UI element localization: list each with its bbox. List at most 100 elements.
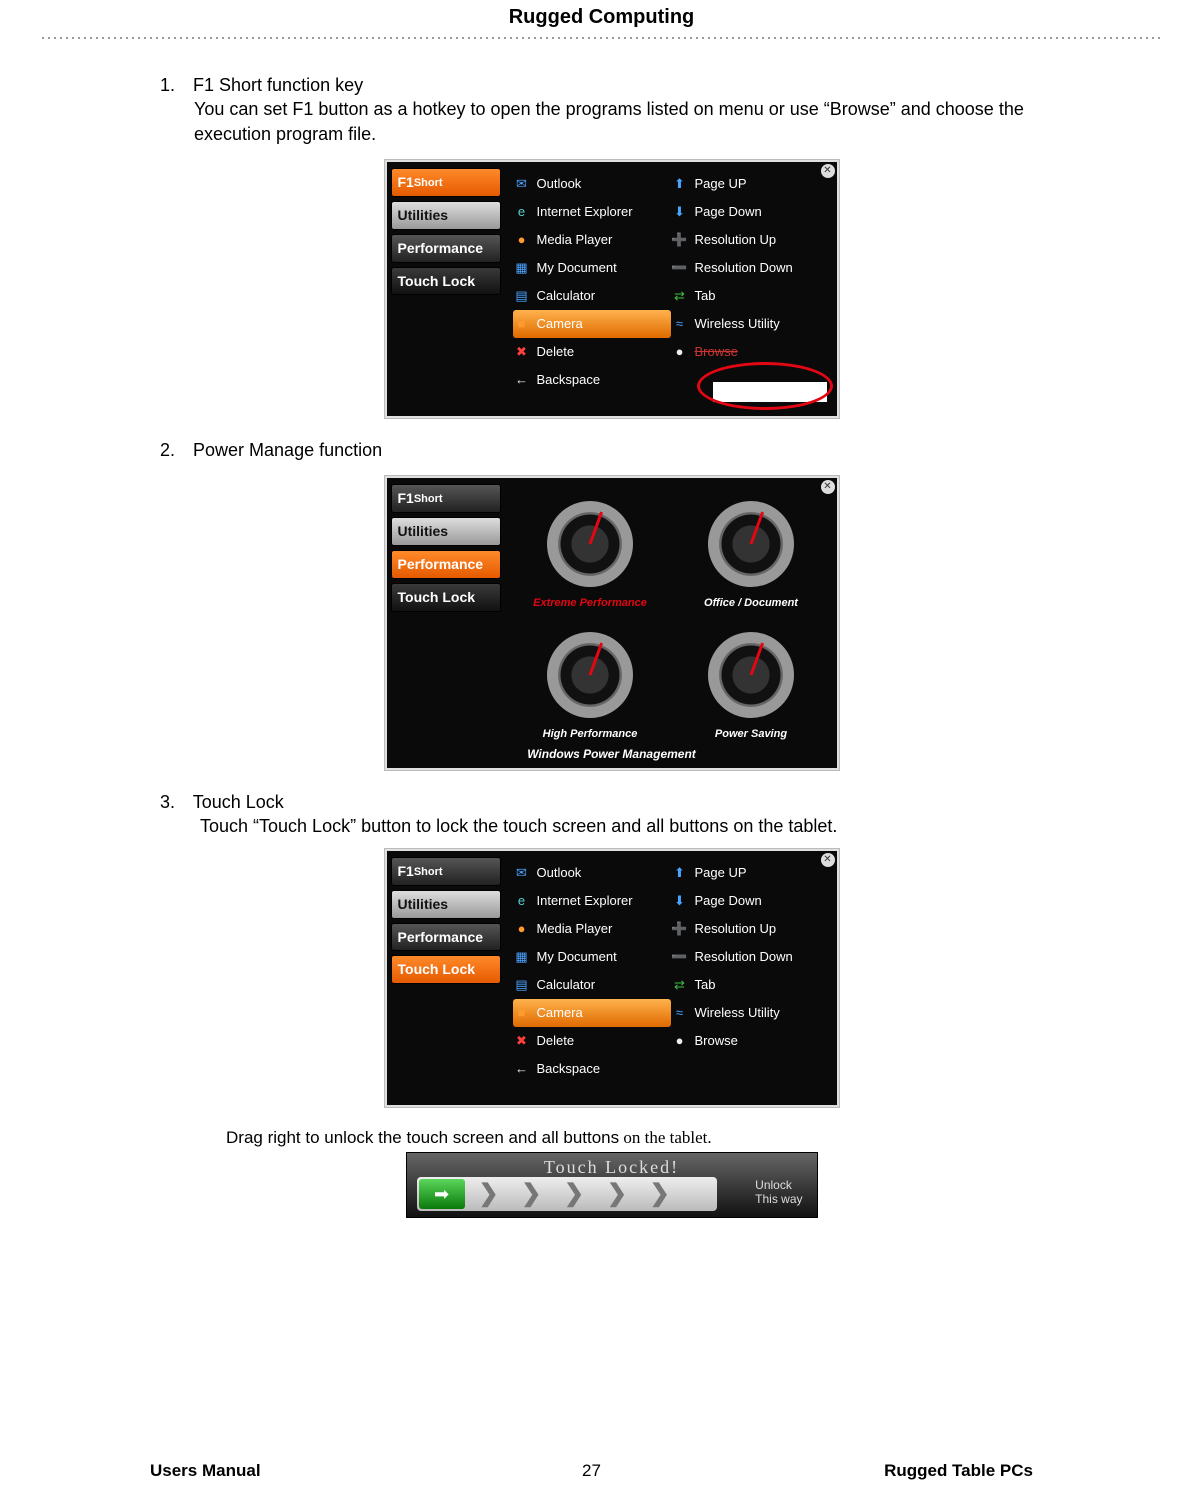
wireless-icon: ≈ (671, 315, 689, 333)
shortcut-pagedown[interactable]: ⬇Page Down (671, 198, 829, 226)
gauge-saving[interactable]: Power Saving (674, 617, 829, 742)
arrow-right-icon: ➡ (434, 1182, 449, 1206)
tab-touchlock[interactable]: Touch Lock (391, 955, 501, 984)
backspace-icon: ← (513, 371, 531, 389)
tab-icon: ⇄ (671, 287, 689, 305)
gauge-high[interactable]: High Performance (513, 617, 668, 742)
mydocument-icon: ▦ (513, 948, 531, 966)
drag-note-b: on the tablet. (619, 1128, 712, 1147)
shortcut-resup[interactable]: ➕Resolution Up (671, 226, 829, 254)
pageup-icon: ⬆ (671, 175, 689, 193)
tab-f1short[interactable]: F1Short (391, 168, 501, 197)
chevron-right-icon: ❯ ❯ ❯ ❯ ❯ (479, 1178, 678, 1210)
shortcut-outlook[interactable]: ✉Outlook (513, 859, 671, 887)
ie-icon: e (513, 203, 531, 221)
shortcut-resdown[interactable]: ➖Resolution Down (671, 943, 829, 971)
shortcut-pagedown[interactable]: ⬇Page Down (671, 887, 829, 915)
shortcut-column-left: ✉Outlook eInternet Explorer ●Media Playe… (513, 170, 671, 408)
f1short-panel: ✕ F1Short Utilities Performance Touch Lo… (385, 160, 839, 418)
pagedown-icon: ⬇ (671, 203, 689, 221)
delete-icon: ✖ (513, 1032, 531, 1050)
shortcut-delete[interactable]: ✖Delete (513, 1027, 671, 1055)
pageup-icon: ⬆ (671, 864, 689, 882)
outlook-icon: ✉ (513, 864, 531, 882)
unlock-slider[interactable]: ➡ ❯ ❯ ❯ ❯ ❯ (417, 1177, 717, 1211)
camera-icon: ■ (513, 1004, 531, 1022)
shortcut-resup[interactable]: ➕Resolution Up (671, 915, 829, 943)
delete-icon: ✖ (513, 343, 531, 361)
shortcut-pageup[interactable]: ⬆Page UP (671, 859, 829, 887)
shortcut-outlook[interactable]: ✉Outlook (513, 170, 671, 198)
shortcut-camera[interactable]: ■Camera (513, 999, 671, 1027)
touch-locked-bar: Touch Locked! ➡ ❯ ❯ ❯ ❯ ❯ Unlock This wa… (406, 1152, 818, 1218)
item1-title: F1 Short function key (193, 75, 363, 95)
tab-performance[interactable]: Performance (391, 234, 501, 263)
outlook-icon: ✉ (513, 175, 531, 193)
shortcut-wireless[interactable]: ≈Wireless Utility (671, 999, 829, 1027)
unlock-hint: Unlock This way (755, 1179, 802, 1207)
touchlock-panel: ✕ F1Short Utilities Performance Touch Lo… (385, 849, 839, 1107)
mediaplayer-icon: ● (513, 231, 531, 249)
shortcut-camera[interactable]: ■Camera (513, 310, 671, 338)
touch-locked-title: Touch Locked! (407, 1155, 817, 1179)
shortcut-backspace[interactable]: ←Backspace (513, 1055, 671, 1083)
wireless-icon: ≈ (671, 1004, 689, 1022)
resdown-icon: ➖ (671, 259, 689, 277)
ie-icon: e (513, 892, 531, 910)
tab-performance[interactable]: Performance (391, 550, 501, 579)
shortcut-pageup[interactable]: ⬆Page UP (671, 170, 829, 198)
tab-touchlock[interactable]: Touch Lock (391, 583, 501, 612)
shortcut-delete[interactable]: ✖Delete (513, 338, 671, 366)
item2-title: Power Manage function (193, 440, 382, 460)
tab-touchlock[interactable]: Touch Lock (391, 267, 501, 296)
shortcut-tab[interactable]: ⇄Tab (671, 282, 829, 310)
shortcut-mydocument[interactable]: ▦My Document (513, 943, 671, 971)
shortcut-resdown[interactable]: ➖Resolution Down (671, 254, 829, 282)
item3-description: Touch “Touch Lock” button to lock the to… (160, 814, 1063, 838)
resup-icon: ➕ (671, 920, 689, 938)
shortcut-ie[interactable]: eInternet Explorer (513, 887, 671, 915)
footer-page-number: 27 (150, 1461, 1033, 1481)
tab-utilities[interactable]: Utilities (391, 201, 501, 230)
resdown-icon: ➖ (671, 948, 689, 966)
item3-title: Touch Lock (193, 792, 284, 812)
tab-f1short[interactable]: F1Short (391, 484, 501, 513)
item1-description: You can set F1 button as a hotkey to ope… (160, 97, 1063, 146)
shortcut-calculator[interactable]: ▤Calculator (513, 971, 671, 999)
tab-performance[interactable]: Performance (391, 923, 501, 952)
backspace-icon: ← (513, 1060, 531, 1078)
shortcut-backspace[interactable]: ←Backspace (513, 366, 671, 394)
shortcut-mediaplayer[interactable]: ●Media Player (513, 915, 671, 943)
power-management-label: Windows Power Management (387, 746, 837, 762)
slider-knob[interactable]: ➡ (419, 1179, 465, 1209)
tab-f1short[interactable]: F1Short (391, 857, 501, 886)
mydocument-icon: ▦ (513, 259, 531, 277)
drag-note-a: Drag right to unlock the touch screen an… (226, 1128, 619, 1147)
shortcut-calculator[interactable]: ▤Calculator (513, 282, 671, 310)
performance-panel: ✕ F1Short Utilities Performance Touch Lo… (385, 476, 839, 770)
browse-icon: ● (671, 1032, 689, 1050)
tab-utilities[interactable]: Utilities (391, 890, 501, 919)
page-header-title: Rugged Computing (40, 0, 1163, 29)
pagedown-icon: ⬇ (671, 892, 689, 910)
calculator-icon: ▤ (513, 287, 531, 305)
highlight-ellipse (697, 362, 833, 410)
browse-icon: ● (671, 343, 689, 361)
tab-icon: ⇄ (671, 976, 689, 994)
camera-icon: ■ (513, 315, 531, 333)
calculator-icon: ▤ (513, 976, 531, 994)
header-divider (40, 35, 1163, 43)
shortcut-mydocument[interactable]: ▦My Document (513, 254, 671, 282)
tab-utilities[interactable]: Utilities (391, 517, 501, 546)
shortcut-browse[interactable]: ●Browse (671, 1027, 829, 1055)
mediaplayer-icon: ● (513, 920, 531, 938)
resup-icon: ➕ (671, 231, 689, 249)
item2-number: 2. (160, 438, 188, 462)
gauge-office[interactable]: Office / Document (674, 486, 829, 611)
shortcut-wireless[interactable]: ≈Wireless Utility (671, 310, 829, 338)
shortcut-tab[interactable]: ⇄Tab (671, 971, 829, 999)
shortcut-ie[interactable]: eInternet Explorer (513, 198, 671, 226)
gauge-extreme[interactable]: Extreme Performance (513, 486, 668, 611)
item3-number: 3. (160, 790, 188, 814)
shortcut-mediaplayer[interactable]: ●Media Player (513, 226, 671, 254)
